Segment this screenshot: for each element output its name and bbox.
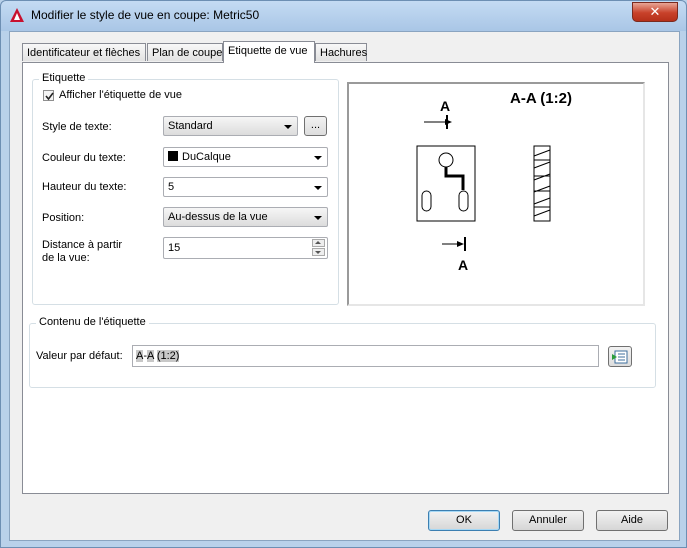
- text-color-dropdown[interactable]: DuCalque: [163, 147, 328, 167]
- contenu-group-title: Contenu de l'étiquette: [36, 316, 149, 328]
- chevron-down-icon: [314, 216, 322, 220]
- text-color-display: DuCalque: [168, 151, 231, 163]
- distance-spinner[interactable]: 15: [163, 237, 328, 259]
- show-label-checkbox[interactable]: [43, 90, 54, 101]
- text-style-value: Standard: [168, 120, 213, 132]
- default-value-field[interactable]: A-A (1:2): [132, 345, 599, 367]
- field-token-a2: A: [147, 350, 154, 362]
- contenu-group: Contenu de l'étiquette Valeur par défaut…: [29, 316, 656, 388]
- dialog-window: Modifier le style de vue en coupe: Metri…: [0, 0, 687, 548]
- preview-letter-top: A: [440, 98, 450, 114]
- position-dropdown[interactable]: Au-dessus de la vue: [163, 207, 328, 227]
- tab-identificateur-fleches[interactable]: Identificateur et flèches: [22, 43, 146, 61]
- text-style-browse-button[interactable]: ...: [304, 116, 327, 136]
- distance-value: 15: [168, 242, 181, 254]
- spin-down-icon[interactable]: [312, 248, 325, 256]
- close-button[interactable]: ✕: [632, 2, 678, 22]
- part-section-view: [533, 145, 551, 222]
- color-swatch-icon: [168, 151, 178, 161]
- text-height-dropdown[interactable]: 5: [163, 177, 328, 197]
- checkmark-icon: [45, 92, 54, 101]
- default-value-label: Valeur par défaut:: [36, 350, 123, 362]
- distance-label-line2: de la vue:: [42, 252, 90, 264]
- section-view-preview: A-A (1:2) A A: [416, 90, 572, 273]
- chevron-down-icon: [314, 186, 322, 190]
- text-height-value: 5: [168, 181, 175, 193]
- part-front-view: [416, 145, 476, 222]
- section-arrow-top-icon: [424, 115, 452, 129]
- preview-view-label: A-A (1:2): [510, 90, 572, 107]
- position-value: Au-dessus de la vue: [168, 211, 268, 223]
- text-height-label: Hauteur du texte:: [42, 181, 127, 193]
- text-color-value: DuCalque: [182, 151, 231, 163]
- insert-field-button[interactable]: [608, 346, 632, 367]
- chevron-down-icon: [314, 156, 322, 160]
- preview-panel: A-A (1:2) A A: [347, 82, 645, 306]
- etiquette-group: Etiquette Afficher l'étiquette de vue St…: [32, 72, 339, 305]
- preview-letter-bottom: A: [458, 257, 468, 273]
- text-style-dropdown[interactable]: Standard: [163, 116, 298, 136]
- distance-label-line1: Distance à partir: [42, 239, 123, 251]
- tab-hachures[interactable]: Hachures: [315, 43, 367, 61]
- tab-plan-de-coupe[interactable]: Plan de coupe: [147, 43, 223, 61]
- position-label: Position:: [42, 212, 85, 224]
- cancel-button[interactable]: Annuler: [512, 510, 584, 531]
- title-bar: Modifier le style de vue en coupe: Metri…: [1, 1, 686, 31]
- show-label-text: Afficher l'étiquette de vue: [59, 89, 182, 101]
- section-arrow-bottom-icon: [442, 237, 466, 251]
- default-value-text: A-A (1:2): [136, 350, 180, 362]
- chevron-down-icon: [284, 125, 292, 129]
- tab-panel: Etiquette Afficher l'étiquette de vue St…: [22, 62, 669, 494]
- spin-up-icon[interactable]: [312, 239, 325, 247]
- text-style-label: Style de texte:: [42, 121, 112, 133]
- ok-button[interactable]: OK: [428, 510, 500, 531]
- text-color-label: Couleur du texte:: [42, 152, 126, 164]
- insert-field-icon: [612, 350, 628, 364]
- dialog-body: Identificateur et flèches Plan de coupe …: [9, 31, 680, 541]
- window-title: Modifier le style de vue en coupe: Metri…: [31, 8, 260, 22]
- field-token-scale: (1:2): [156, 350, 180, 362]
- help-button[interactable]: Aide: [596, 510, 668, 531]
- autocad-logo-icon: [10, 8, 24, 22]
- etiquette-group-title: Etiquette: [39, 72, 89, 84]
- tab-etiquette-de-vue[interactable]: Etiquette de vue: [223, 41, 315, 63]
